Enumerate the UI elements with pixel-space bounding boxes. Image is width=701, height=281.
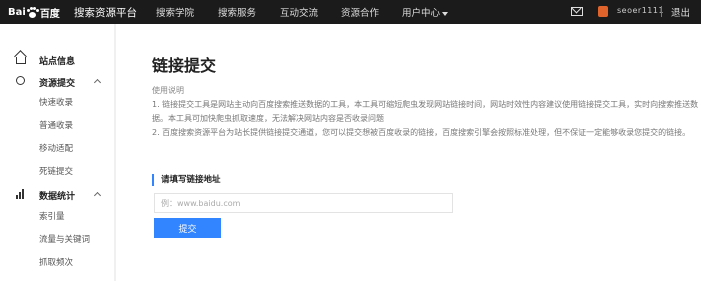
main-content: 链接提交 使用说明 1. 链接提交工具是网站主动向百度搜索推送数据的工具，本工具… xyxy=(114,24,701,281)
logo-text-left: Bai xyxy=(8,6,26,18)
nav-search-services[interactable]: 搜索服务 xyxy=(218,5,256,19)
sidebar: 站点信息 资源提交 快速收录 普通收录 移动适配 死链提交 数据统计 索引量 流… xyxy=(0,24,114,281)
sidebar-item-index-volume[interactable]: 索引量 xyxy=(39,210,65,222)
avatar[interactable] xyxy=(598,6,608,17)
sidebar-group-site-info[interactable]: 站点信息 xyxy=(0,52,114,68)
nav-resource-cooperation[interactable]: 资源合作 xyxy=(341,5,379,19)
chart-icon xyxy=(16,189,26,199)
chevron-down-icon xyxy=(442,11,449,16)
nav-user-center[interactable]: 用户中心 xyxy=(402,5,449,19)
page-title: 链接提交 xyxy=(152,56,217,75)
sidebar-item-traffic-keywords[interactable]: 流量与关键词 xyxy=(39,233,90,245)
sidebar-item-fast-index[interactable]: 快速收录 xyxy=(39,96,73,108)
home-icon xyxy=(16,57,26,64)
chevron-up-icon xyxy=(93,78,102,87)
logout-link[interactable]: 退出 xyxy=(671,5,690,19)
url-form-label: 请填写链接地址 xyxy=(152,174,221,186)
baidu-logo[interactable]: Bai 百度 xyxy=(8,4,60,20)
username[interactable]: seoer1111 xyxy=(617,6,664,15)
sidebar-group-label: 资源提交 xyxy=(39,79,76,89)
platform-title[interactable]: 搜索资源平台 xyxy=(74,5,137,20)
nav-search-academy[interactable]: 搜索学院 xyxy=(156,5,194,19)
mail-icon[interactable] xyxy=(571,7,583,16)
submit-button[interactable]: 提交 xyxy=(154,218,221,238)
resource-icon xyxy=(16,76,25,85)
sidebar-item-crawl-frequency[interactable]: 抓取频次 xyxy=(39,256,73,268)
chevron-up-icon xyxy=(93,191,102,200)
sidebar-item-mobile-adapt[interactable]: 移动适配 xyxy=(39,142,73,154)
sidebar-group-label: 数据统计 xyxy=(39,192,76,202)
paw-icon xyxy=(26,6,39,18)
usage-paragraph: 2. 百度搜索资源平台为站长提供链接提交通道，您可以提交想被百度收录的链接，百度… xyxy=(152,128,691,137)
sidebar-group-label: 站点信息 xyxy=(39,57,76,67)
usage-paragraph: 1. 链接提交工具是网站主动向百度搜索推送数据的工具，本工具可缩短爬虫发现网站链… xyxy=(152,100,699,109)
usage-heading: 使用说明 xyxy=(152,86,184,95)
nav-interaction[interactable]: 互动交流 xyxy=(280,5,318,19)
usage-paragraph: 据。本工具可加快爬虫抓取速度，无法解决网站内容是否收录问题 xyxy=(152,114,384,123)
sidebar-group-resource-submit[interactable]: 资源提交 xyxy=(0,74,114,90)
sidebar-item-dead-link[interactable]: 死链提交 xyxy=(39,165,73,177)
url-input[interactable] xyxy=(154,193,453,213)
sidebar-item-normal-index[interactable]: 普通收录 xyxy=(39,119,73,131)
sidebar-group-data-stats[interactable]: 数据统计 xyxy=(0,187,114,203)
divider xyxy=(661,6,662,17)
logo-text-right: 百度 xyxy=(39,8,60,20)
nav-user-center-label: 用户中心 xyxy=(402,8,441,19)
top-nav-bar: Bai 百度 搜索资源平台 搜索学院 搜索服务 互动交流 资源合作 用户中心 s… xyxy=(0,0,701,24)
